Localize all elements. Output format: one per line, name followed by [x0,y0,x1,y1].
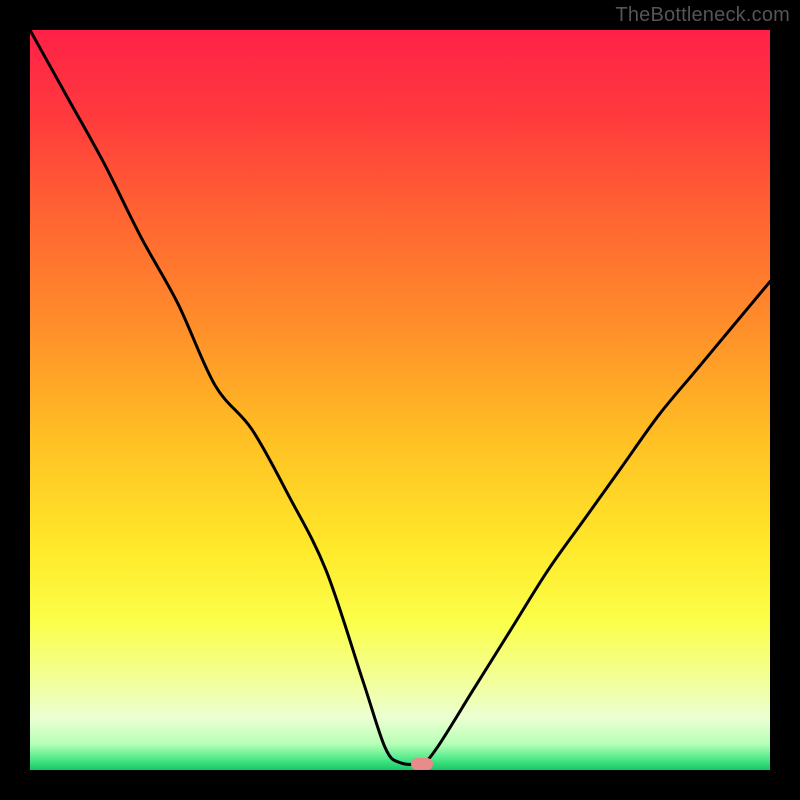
watermark-text: TheBottleneck.com [615,4,790,27]
chart-frame: TheBottleneck.com [0,0,800,800]
plot-area [30,30,770,770]
chart-svg [30,30,770,770]
optimal-marker [411,758,433,770]
gradient-background [30,30,770,770]
